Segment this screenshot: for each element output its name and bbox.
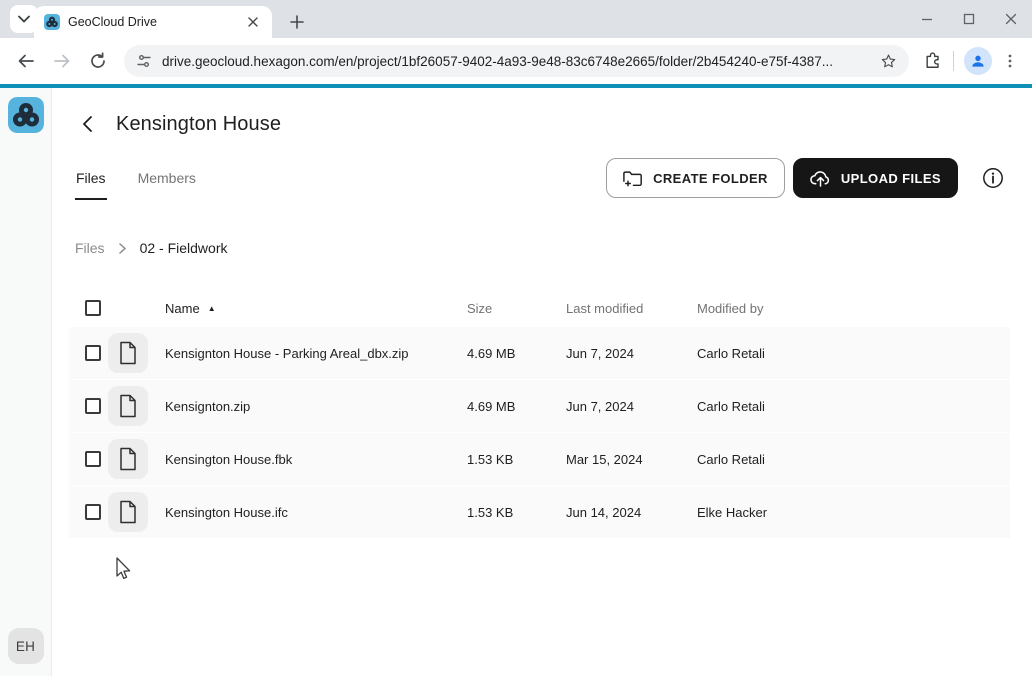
breadcrumb-current: 02 - Fieldwork bbox=[140, 240, 228, 256]
reload-icon[interactable] bbox=[82, 45, 114, 77]
create-folder-label: CREATE FOLDER bbox=[653, 171, 768, 186]
row-checkbox[interactable] bbox=[85, 451, 101, 467]
favicon-geocloud-icon bbox=[44, 14, 60, 30]
browser-tab-strip: GeoCloud Drive bbox=[0, 0, 1032, 38]
breadcrumb-separator-icon bbox=[119, 243, 126, 254]
back-chevron-icon[interactable] bbox=[75, 112, 99, 136]
upload-files-label: UPLOAD FILES bbox=[841, 171, 941, 186]
site-info-icon[interactable] bbox=[136, 53, 152, 69]
file-last-modified: Jun 7, 2024 bbox=[566, 399, 697, 414]
upload-files-button[interactable]: UPLOAD FILES bbox=[793, 158, 958, 198]
page-tabs: Files Members bbox=[75, 154, 197, 202]
file-icon bbox=[108, 439, 148, 479]
user-avatar[interactable]: EH bbox=[8, 628, 44, 664]
tab-members[interactable]: Members bbox=[137, 154, 197, 202]
browser-window: GeoCloud Drive bbox=[0, 0, 1032, 676]
menu-kebab-icon[interactable] bbox=[1002, 53, 1018, 69]
geocloud-logo-icon[interactable] bbox=[8, 97, 44, 133]
header-size[interactable]: Size bbox=[467, 301, 566, 316]
file-last-modified: Jun 14, 2024 bbox=[566, 505, 697, 520]
table-row[interactable]: Kensignton House - Parking Areal_dbx.zip… bbox=[69, 327, 1010, 379]
info-icon[interactable] bbox=[978, 163, 1008, 193]
toolbar-separator bbox=[953, 51, 954, 71]
page-title: Kensington House bbox=[116, 113, 281, 136]
cloud-upload-icon bbox=[810, 169, 831, 187]
header-modified-by[interactable]: Modified by bbox=[697, 301, 1010, 316]
table-header-row: Name ▲ Size Last modified Modified by bbox=[69, 290, 1010, 326]
select-all-checkbox[interactable] bbox=[85, 300, 101, 316]
tab-title: GeoCloud Drive bbox=[68, 15, 236, 29]
forward-icon[interactable] bbox=[46, 45, 78, 77]
profile-avatar-icon[interactable] bbox=[964, 47, 992, 75]
file-size: 4.69 MB bbox=[467, 346, 566, 361]
browser-toolbar: drive.geocloud.hexagon.com/en/project/1b… bbox=[0, 38, 1032, 84]
window-controls bbox=[920, 0, 1024, 38]
tab-close-icon[interactable] bbox=[244, 13, 262, 31]
table-row[interactable]: Kensington House.fbk 1.53 KB Mar 15, 202… bbox=[69, 433, 1010, 485]
create-folder-button[interactable]: CREATE FOLDER bbox=[606, 158, 785, 198]
toolbar-right-cluster bbox=[919, 47, 1022, 75]
file-last-modified: Mar 15, 2024 bbox=[566, 452, 697, 467]
browser-tab[interactable]: GeoCloud Drive bbox=[34, 6, 272, 38]
minimize-icon[interactable] bbox=[920, 12, 934, 26]
back-icon[interactable] bbox=[10, 45, 42, 77]
new-tab-button[interactable] bbox=[284, 9, 310, 35]
bookmark-star-icon[interactable] bbox=[880, 53, 897, 70]
file-size: 1.53 KB bbox=[467, 505, 566, 520]
row-checkbox[interactable] bbox=[85, 398, 101, 414]
file-modified-by: Carlo Retali bbox=[697, 452, 1010, 467]
file-name[interactable]: Kensington House.ifc bbox=[165, 505, 467, 520]
app-sidebar: EH bbox=[0, 88, 52, 676]
close-window-icon[interactable] bbox=[1004, 12, 1018, 26]
file-last-modified: Jun 7, 2024 bbox=[566, 346, 697, 361]
file-modified-by: Elke Hacker bbox=[697, 505, 1010, 520]
maximize-icon[interactable] bbox=[962, 12, 976, 26]
file-icon bbox=[108, 492, 148, 532]
file-size: 1.53 KB bbox=[467, 452, 566, 467]
file-icon bbox=[108, 386, 148, 426]
folder-plus-icon bbox=[623, 170, 643, 187]
extensions-puzzle-icon[interactable] bbox=[923, 51, 943, 71]
header-last-modified[interactable]: Last modified bbox=[566, 301, 697, 316]
sort-asc-icon[interactable]: ▲ bbox=[208, 304, 216, 313]
file-size: 4.69 MB bbox=[467, 399, 566, 414]
tab-files[interactable]: Files bbox=[75, 154, 107, 202]
file-name[interactable]: Kensignton House - Parking Areal_dbx.zip bbox=[165, 346, 467, 361]
file-icon bbox=[108, 333, 148, 373]
files-table: Name ▲ Size Last modified Modified by Ke… bbox=[69, 290, 1010, 538]
main-content: Kensington House Files Members CREATE FO… bbox=[52, 88, 1032, 676]
url-text[interactable]: drive.geocloud.hexagon.com/en/project/1b… bbox=[162, 54, 870, 69]
file-name[interactable]: Kensington House.fbk bbox=[165, 452, 467, 467]
row-checkbox[interactable] bbox=[85, 504, 101, 520]
table-row[interactable]: Kensignton.zip 4.69 MB Jun 7, 2024 Carlo… bbox=[69, 380, 1010, 432]
header-name[interactable]: Name bbox=[165, 301, 200, 316]
url-bar[interactable]: drive.geocloud.hexagon.com/en/project/1b… bbox=[124, 45, 909, 77]
file-modified-by: Carlo Retali bbox=[697, 399, 1010, 414]
table-row[interactable]: Kensington House.ifc 1.53 KB Jun 14, 202… bbox=[69, 486, 1010, 538]
breadcrumb: Files 02 - Fieldwork bbox=[52, 238, 1032, 258]
row-checkbox[interactable] bbox=[85, 345, 101, 361]
file-name[interactable]: Kensignton.zip bbox=[165, 399, 467, 414]
file-modified-by: Carlo Retali bbox=[697, 346, 1010, 361]
breadcrumb-files[interactable]: Files bbox=[75, 240, 105, 256]
